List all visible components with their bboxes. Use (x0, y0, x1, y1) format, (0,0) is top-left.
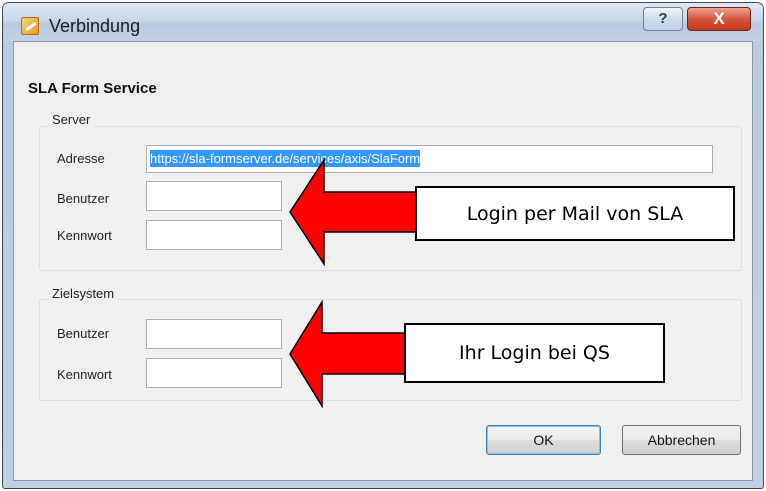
ok-button[interactable]: OK (486, 425, 601, 455)
server-password-field[interactable] (146, 220, 282, 250)
target-login-callout: Ihr Login bei QS (404, 323, 665, 383)
address-label: Adresse (57, 151, 105, 166)
close-button[interactable]: X (687, 7, 751, 31)
section-heading: SLA Form Service (28, 80, 157, 97)
window-title: Verbindung (49, 16, 141, 36)
target-user-label: Benutzer (57, 326, 110, 341)
server-group-legend: Server (49, 112, 94, 127)
server-user-label: Benutzer (57, 191, 110, 206)
target-group-legend: Zielsystem (49, 286, 118, 301)
help-button[interactable]: ? (643, 7, 683, 31)
pencil-form-icon (21, 17, 39, 35)
target-password-field[interactable] (146, 358, 282, 388)
server-login-callout: Login per Mail von SLA (415, 186, 735, 241)
title-bar[interactable]: Verbindung ? X (3, 3, 763, 41)
target-password-label: Kennwort (57, 367, 112, 382)
cancel-button[interactable]: Abbrechen (622, 425, 741, 455)
target-arrow-icon (289, 300, 411, 408)
close-icon: X (713, 9, 725, 28)
server-arrow-icon (289, 158, 419, 266)
address-field[interactable]: https://sla-formserver.de/services/axis/… (146, 145, 713, 173)
server-password-label: Kennwort (57, 228, 112, 243)
target-user-field[interactable] (146, 319, 282, 349)
question-mark-icon: ? (658, 10, 668, 27)
server-user-field[interactable] (146, 181, 282, 211)
